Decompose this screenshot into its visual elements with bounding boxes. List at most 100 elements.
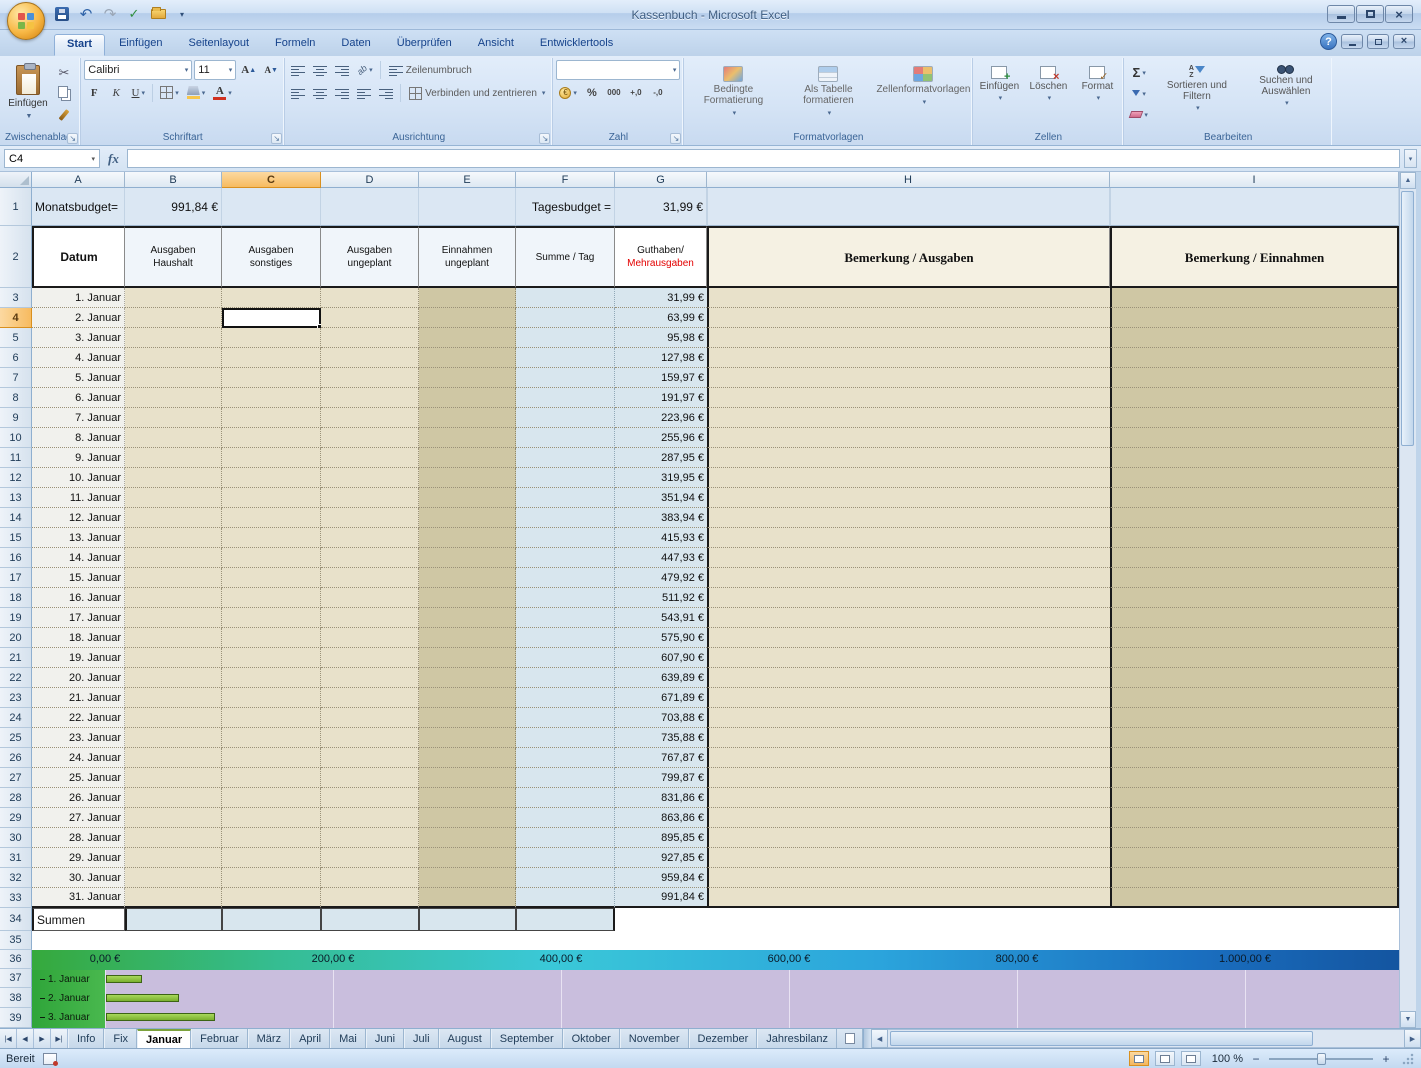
cell-G24[interactable]: 703,88 € <box>615 708 707 728</box>
row-header-24[interactable]: 24 <box>0 708 32 728</box>
resize-grip[interactable] <box>1401 1052 1415 1066</box>
cell-G15[interactable]: 415,93 € <box>615 528 707 548</box>
sheet-tab-fix[interactable]: Fix <box>104 1029 137 1048</box>
cell-I12[interactable] <box>1110 468 1399 488</box>
cell-A28[interactable]: 26. Januar <box>32 788 125 808</box>
row-header-23[interactable]: 23 <box>0 688 32 708</box>
sheet-tab-info[interactable]: Info <box>68 1029 104 1048</box>
cell-G32[interactable]: 959,84 € <box>615 868 707 888</box>
cell-F1[interactable]: Tagesbudget = <box>516 188 615 226</box>
cell-H17[interactable] <box>707 568 1110 588</box>
cell-G33[interactable]: 991,84 € <box>615 888 707 908</box>
cell-G6[interactable]: 127,98 € <box>615 348 707 368</box>
cell-A29[interactable]: 27. Januar <box>32 808 125 828</box>
cell-B13[interactable] <box>125 488 222 508</box>
grow-font-button[interactable]: A▲ <box>238 61 259 80</box>
cell-C4[interactable] <box>222 308 321 328</box>
cell-H9[interactable] <box>707 408 1110 428</box>
cell-F24[interactable] <box>516 708 615 728</box>
cell-E20[interactable] <box>419 628 516 648</box>
dialog-launcher-icon[interactable]: ↘ <box>271 133 282 144</box>
cell-E25[interactable] <box>419 728 516 748</box>
ribbon-tab-überprüfen[interactable]: Überprüfen <box>385 34 464 56</box>
row-header-1[interactable]: 1 <box>0 188 32 226</box>
column-header-D[interactable]: D <box>321 172 419 188</box>
row-header-14[interactable]: 14 <box>0 508 32 528</box>
office-button[interactable] <box>7 2 45 40</box>
cell-D19[interactable] <box>321 608 419 628</box>
cell-F3[interactable] <box>516 288 615 308</box>
align-bottom-button[interactable] <box>332 61 352 80</box>
cell-F17[interactable] <box>516 568 615 588</box>
cell-C7[interactable] <box>222 368 321 388</box>
workbook-close-button[interactable]: × <box>1393 34 1415 49</box>
cell-F34[interactable] <box>516 908 615 931</box>
cell-D31[interactable] <box>321 848 419 868</box>
cell-C21[interactable] <box>222 648 321 668</box>
cell-H31[interactable] <box>707 848 1110 868</box>
cell-B24[interactable] <box>125 708 222 728</box>
cell-F8[interactable] <box>516 388 615 408</box>
cell-E33[interactable] <box>419 888 516 908</box>
zoom-out-button[interactable]: − <box>1249 1052 1263 1066</box>
cell-C18[interactable] <box>222 588 321 608</box>
cell-F14[interactable] <box>516 508 615 528</box>
cell-F9[interactable] <box>516 408 615 428</box>
cell-F20[interactable] <box>516 628 615 648</box>
cell-A7[interactable]: 5. Januar <box>32 368 125 388</box>
cell-B8[interactable] <box>125 388 222 408</box>
cell-I11[interactable] <box>1110 448 1399 468</box>
cell-H28[interactable] <box>707 788 1110 808</box>
cell-I2[interactable]: Bemerkung / Einnahmen <box>1110 226 1399 288</box>
cell-F27[interactable] <box>516 768 615 788</box>
cell-I25[interactable] <box>1110 728 1399 748</box>
align-center-button[interactable] <box>310 84 330 103</box>
cell-G1[interactable]: 31,99 € <box>615 188 707 226</box>
formula-input[interactable] <box>127 149 1400 168</box>
row-header-30[interactable]: 30 <box>0 828 32 848</box>
cell-D18[interactable] <box>321 588 419 608</box>
cell-B31[interactable] <box>125 848 222 868</box>
cell-I22[interactable] <box>1110 668 1399 688</box>
fill-button[interactable]: ▾ <box>1127 84 1151 103</box>
cell-A8[interactable]: 6. Januar <box>32 388 125 408</box>
fill-color-button[interactable]: ▾ <box>184 83 209 102</box>
cell-B7[interactable] <box>125 368 222 388</box>
sheet-tab-dezember[interactable]: Dezember <box>689 1029 758 1048</box>
sheet-tab-november[interactable]: November <box>620 1029 689 1048</box>
borders-button[interactable]: ▾ <box>157 83 182 102</box>
cell-I8[interactable] <box>1110 388 1399 408</box>
cell-H29[interactable] <box>707 808 1110 828</box>
cell-G16[interactable]: 447,93 € <box>615 548 707 568</box>
cell-H10[interactable] <box>707 428 1110 448</box>
cell-B29[interactable] <box>125 808 222 828</box>
ribbon-tab-start[interactable]: Start <box>54 34 105 56</box>
column-header-B[interactable]: B <box>125 172 222 188</box>
cell-D12[interactable] <box>321 468 419 488</box>
cell-A16[interactable]: 14. Januar <box>32 548 125 568</box>
cell-E4[interactable] <box>419 308 516 328</box>
cell-A18[interactable]: 16. Januar <box>32 588 125 608</box>
underline-button[interactable]: U▾ <box>128 83 148 102</box>
autosum-button[interactable]: Σ▾ <box>1127 63 1151 82</box>
accounting-format-button[interactable]: €▾ <box>556 83 580 102</box>
cell-G19[interactable]: 543,91 € <box>615 608 707 628</box>
cell-F16[interactable] <box>516 548 615 568</box>
column-header-H[interactable]: H <box>707 172 1110 188</box>
cell-H24[interactable] <box>707 708 1110 728</box>
cell-F28[interactable] <box>516 788 615 808</box>
number-format-select[interactable]: ▾ <box>556 60 680 80</box>
cell-D1[interactable] <box>321 188 419 226</box>
cell-C16[interactable] <box>222 548 321 568</box>
cell-C20[interactable] <box>222 628 321 648</box>
cell-A12[interactable]: 10. Januar <box>32 468 125 488</box>
cell-B32[interactable] <box>125 868 222 888</box>
align-left-button[interactable] <box>288 84 308 103</box>
workbook-restore-button[interactable] <box>1367 34 1389 49</box>
cell-A23[interactable]: 21. Januar <box>32 688 125 708</box>
cell-D21[interactable] <box>321 648 419 668</box>
cell-G13[interactable]: 351,94 € <box>615 488 707 508</box>
cell-G14[interactable]: 383,94 € <box>615 508 707 528</box>
column-header-C[interactable]: C <box>222 172 321 188</box>
cell-A27[interactable]: 25. Januar <box>32 768 125 788</box>
